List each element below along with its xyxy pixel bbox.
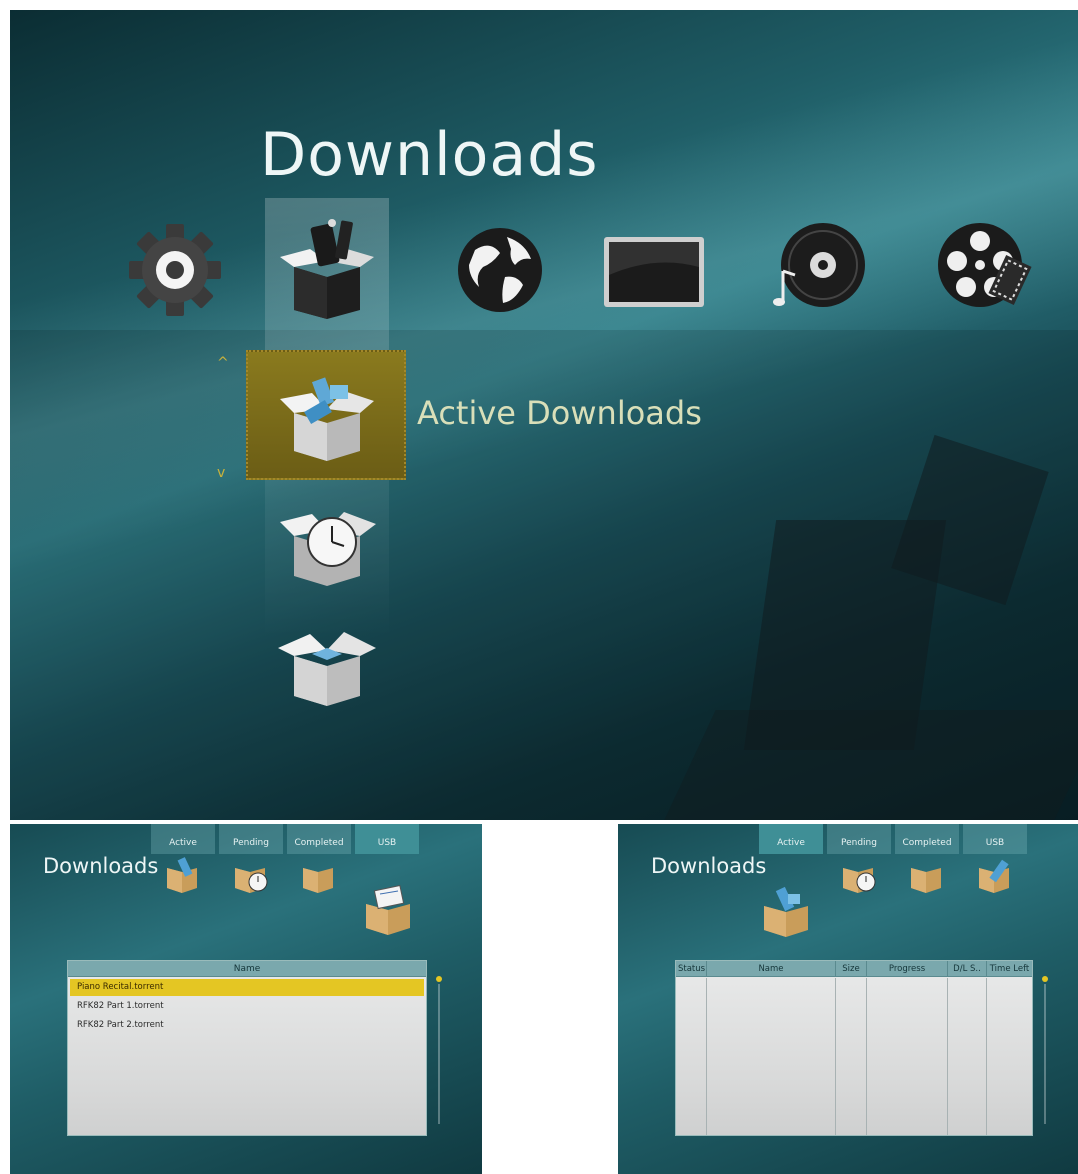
active-downloads-panel: Downloads Active Pending Completed USB S… [618, 824, 1078, 1174]
completed-downloads-box-icon[interactable] [272, 610, 382, 710]
column-header-progress[interactable]: Progress [867, 961, 948, 976]
tab-usb[interactable]: USB [355, 824, 419, 854]
tv-screen-icon[interactable] [600, 215, 710, 325]
completed-box-icon[interactable] [907, 854, 945, 894]
list-item[interactable]: RFK82 Part 2.torrent [70, 1017, 424, 1034]
active-box-icon[interactable] [163, 854, 201, 894]
pending-downloads-clock-box-icon[interactable] [272, 490, 382, 590]
list-item[interactable]: RFK82 Part 1.torrent [70, 998, 424, 1015]
list-item[interactable]: Piano Recital.torrent [70, 979, 424, 996]
column-header-dl-speed[interactable]: D/L S.. [948, 961, 987, 976]
pending-box-icon[interactable] [231, 854, 269, 894]
scroll-up-arrow-icon[interactable]: ^ [217, 355, 229, 371]
main-downloads-screen: Downloads ^ v Active Downloads [10, 10, 1078, 820]
usb-box-icon[interactable] [975, 854, 1013, 894]
usb-downloads-panel: Downloads Active Pending Completed USB N… [10, 824, 482, 1174]
panel-title: Downloads [651, 854, 767, 878]
scrollbar-thumb[interactable] [1042, 976, 1048, 982]
scrollbar-thumb[interactable] [436, 976, 442, 982]
column-header-name: Name [68, 961, 426, 977]
tab-pending[interactable]: Pending [219, 824, 283, 854]
video-reel-icon[interactable] [930, 215, 1040, 325]
pending-box-icon[interactable] [839, 854, 877, 894]
background-floor-shape [664, 710, 1078, 820]
downloads-box-icon[interactable] [272, 215, 382, 325]
active-downloads-box-icon [272, 365, 382, 465]
column-header-status[interactable]: Status [676, 961, 707, 976]
page-title: Downloads [260, 120, 599, 190]
tab-completed[interactable]: Completed [287, 824, 351, 854]
completed-box-icon[interactable] [299, 854, 337, 894]
tab-pending[interactable]: Pending [827, 824, 891, 854]
settings-gear-icon[interactable] [120, 215, 230, 325]
column-header-name[interactable]: Name [707, 961, 836, 976]
table-body [676, 978, 1032, 1135]
scrollbar-track[interactable] [1044, 984, 1046, 1124]
tab-active[interactable]: Active [151, 824, 215, 854]
panel-title: Downloads [43, 854, 159, 878]
tab-active[interactable]: Active [759, 824, 823, 854]
active-downloads-table: Status Name Size Progress D/L S.. Time L… [675, 960, 1033, 1136]
usb-file-list: Name Piano Recital.torrent RFK82 Part 1.… [67, 960, 427, 1136]
column-header-time-left[interactable]: Time Left [987, 961, 1032, 976]
selected-item-label: Active Downloads [417, 394, 702, 432]
tab-completed[interactable]: Completed [895, 824, 959, 854]
table-header: Status Name Size Progress D/L S.. Time L… [676, 961, 1032, 977]
active-box-icon [758, 882, 814, 938]
scroll-down-arrow-icon[interactable]: v [217, 465, 225, 481]
internet-globe-icon[interactable] [445, 215, 555, 325]
music-disc-icon[interactable] [765, 215, 875, 325]
column-header-size[interactable]: Size [836, 961, 867, 976]
tab-usb[interactable]: USB [963, 824, 1027, 854]
scrollbar-track[interactable] [438, 984, 440, 1124]
usb-torrent-box-icon [360, 884, 416, 936]
